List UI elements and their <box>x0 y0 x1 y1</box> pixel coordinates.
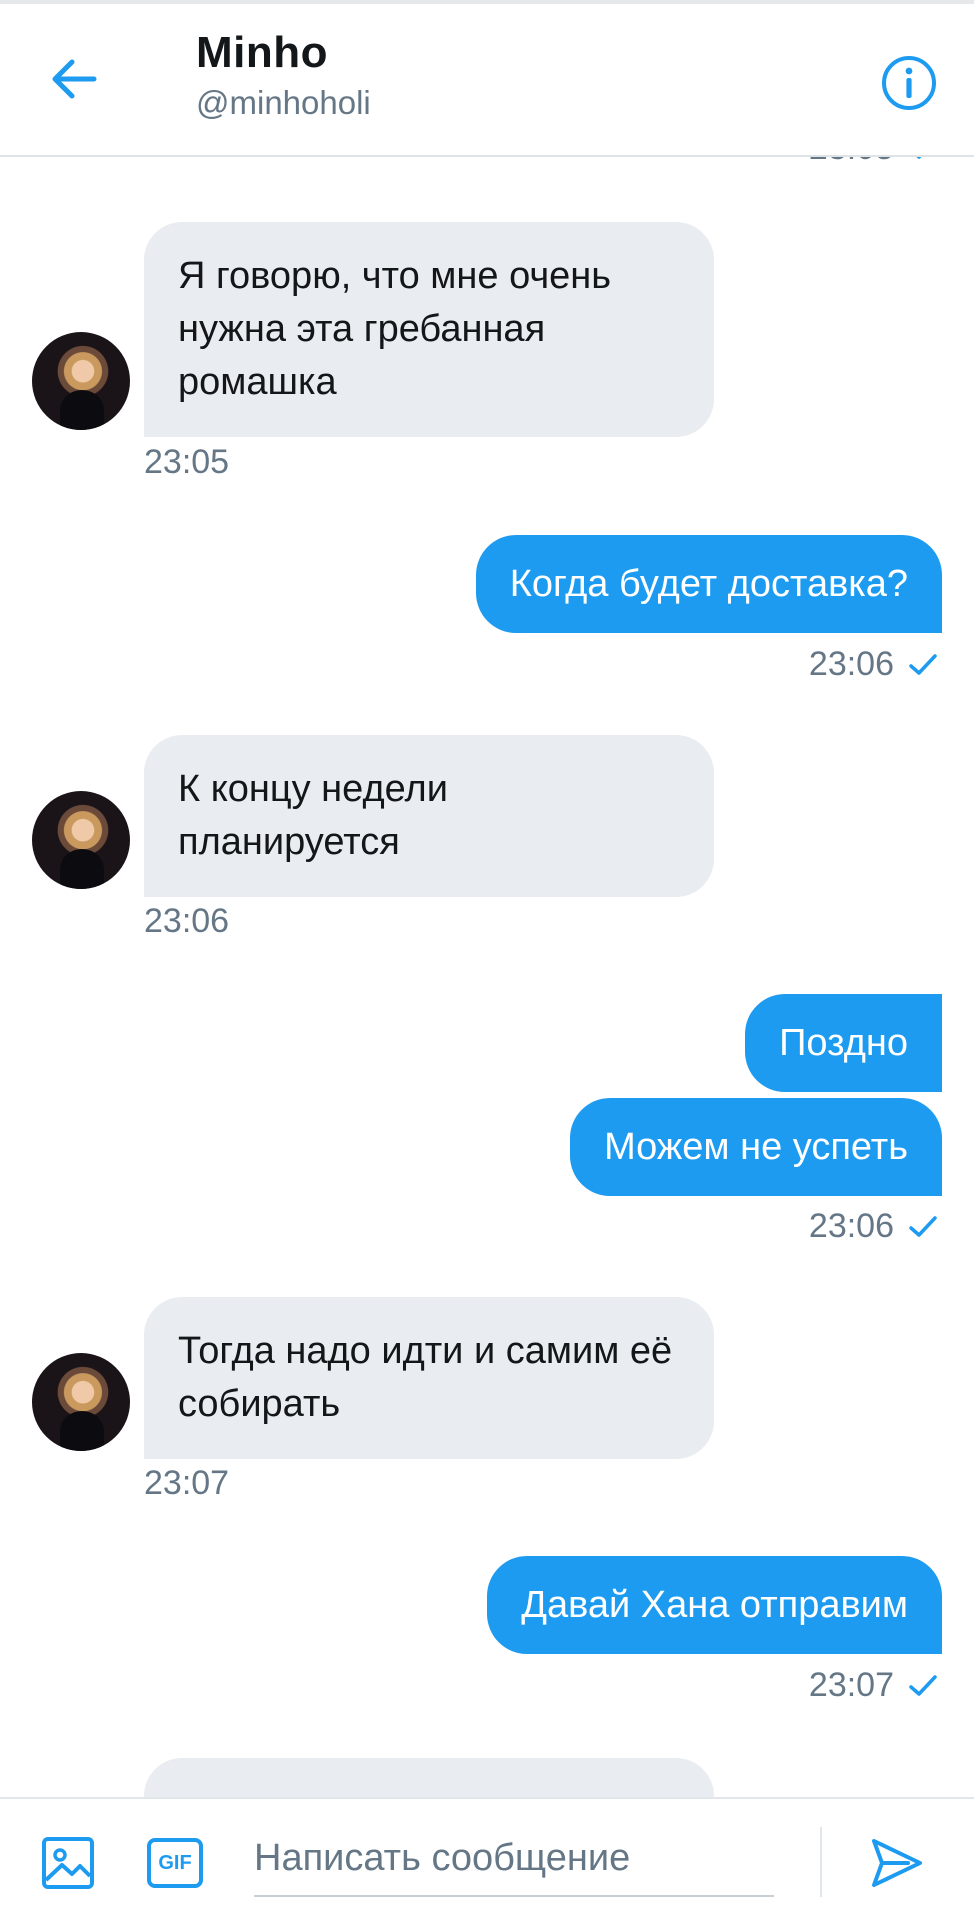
add-photo-button[interactable] <box>40 1835 96 1891</box>
check-icon <box>909 653 937 675</box>
message-composer: GIF <box>0 1797 974 1922</box>
message-timestamp: 23:05 <box>809 157 938 168</box>
avatar[interactable] <box>32 1353 130 1451</box>
message-timestamp: 23:07 <box>809 1666 938 1705</box>
timestamp-text: 23:05 <box>809 157 894 168</box>
divider <box>820 1827 822 1897</box>
gif-label: GIF <box>158 1852 192 1874</box>
outgoing-message[interactable]: Можем не успеть <box>570 1098 942 1196</box>
check-icon <box>909 1215 937 1237</box>
outgoing-message[interactable]: Когда будет доставка? <box>475 535 942 633</box>
outgoing-message[interactable]: Поздно <box>745 994 942 1092</box>
incoming-message[interactable]: А может? <box>144 1758 714 1797</box>
check-icon <box>909 1674 937 1696</box>
conversation-header: Minho @minhoholi <box>0 0 974 157</box>
message-timestamp: 23:05 <box>144 443 230 481</box>
message-list[interactable]: 23:05 Я говорю, что мне очень нужна эта … <box>0 157 974 1797</box>
send-button[interactable] <box>868 1835 926 1891</box>
incoming-message[interactable]: Я говорю, что мне очень нужна эта гребан… <box>144 222 714 437</box>
check-icon <box>916 157 921 159</box>
timestamp-text: 23:06 <box>808 645 894 683</box>
send-icon <box>872 1839 922 1887</box>
back-button[interactable] <box>44 54 104 104</box>
timestamp-text: 23:07 <box>808 1666 894 1704</box>
outgoing-message[interactable]: Давай Хана отправим <box>487 1556 942 1654</box>
message-timestamp: 23:06 <box>809 645 938 684</box>
timestamp-text: 23:06 <box>808 1207 894 1245</box>
status-strip <box>0 0 974 4</box>
incoming-message[interactable]: Тогда надо идти и самим её собирать <box>144 1297 714 1459</box>
gif-button[interactable]: GIF <box>146 1837 204 1889</box>
incoming-message[interactable]: К концу недели планируется <box>144 735 714 897</box>
info-icon <box>882 56 936 110</box>
arrow-left-icon <box>52 59 97 99</box>
message-timestamp: 23:06 <box>144 902 230 940</box>
conversation-handle: @minhoholi <box>196 84 371 121</box>
image-icon <box>42 1837 94 1889</box>
conversation-title: Minho <box>196 28 329 77</box>
info-button[interactable] <box>880 54 938 112</box>
message-input[interactable] <box>254 1821 774 1897</box>
avatar[interactable] <box>32 791 130 889</box>
message-timestamp: 23:07 <box>144 1464 230 1502</box>
avatar[interactable] <box>32 332 130 430</box>
message-timestamp: 23:06 <box>809 1207 938 1246</box>
